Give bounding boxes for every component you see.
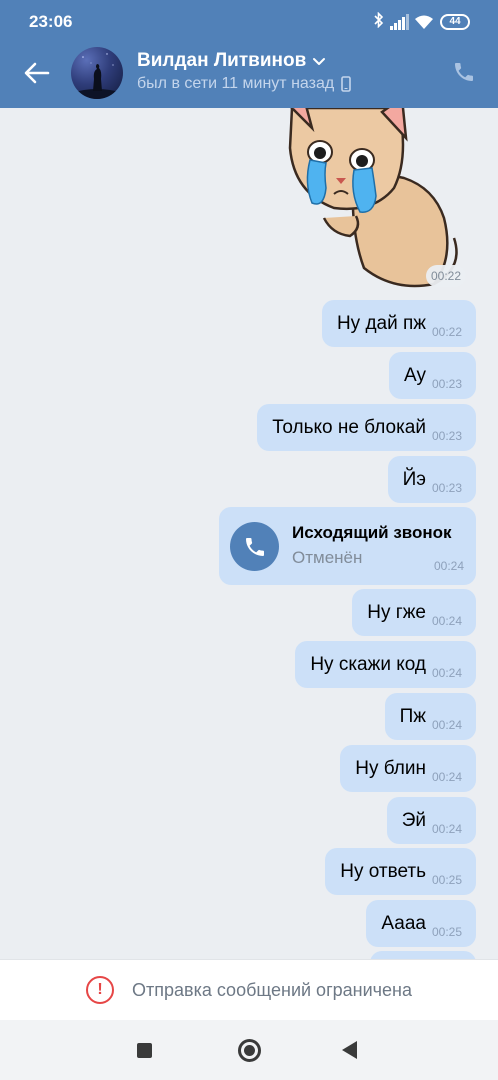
mobile-device-icon bbox=[341, 76, 352, 92]
message-bubble[interactable]: Ну блин 00:24 bbox=[340, 745, 476, 792]
bluetooth-icon bbox=[374, 11, 384, 33]
call-title: Исходящий звонок bbox=[292, 523, 452, 542]
message-bubble-partial[interactable] bbox=[370, 951, 476, 959]
restriction-text: Отправка сообщений ограничена bbox=[132, 979, 412, 1000]
restriction-notice: ! Отправка сообщений ограничена bbox=[0, 959, 498, 1020]
status-icons: 44 bbox=[374, 11, 470, 33]
message-time: 00:24 bbox=[431, 718, 462, 732]
message-text: Ну скажи код bbox=[310, 653, 426, 675]
message-time: 00:24 bbox=[431, 614, 462, 628]
avatar[interactable] bbox=[71, 47, 123, 99]
call-circle-button[interactable] bbox=[230, 522, 279, 571]
message-bubble[interactable]: Ну скажи код 00:24 bbox=[295, 641, 476, 688]
message-text: Ну дай пж bbox=[336, 312, 426, 334]
phone-icon bbox=[455, 63, 473, 81]
message-text: Пж bbox=[399, 705, 426, 727]
warning-circle-icon: ! bbox=[86, 976, 114, 1004]
message-text: Ну ответь bbox=[340, 860, 426, 882]
message-bubble[interactable]: Ну гже 00:24 bbox=[352, 589, 476, 636]
call-status: Отменён bbox=[292, 548, 363, 567]
recent-apps-icon[interactable] bbox=[137, 1043, 152, 1058]
message-bubble[interactable]: Только не блокай 00:23 bbox=[257, 404, 476, 451]
contact-status: был в сети 11 минут назад bbox=[137, 75, 352, 93]
message-text: Эй bbox=[401, 809, 426, 831]
message-time: 00:23 bbox=[431, 429, 462, 443]
message-text: Ау bbox=[404, 364, 426, 386]
status-bar: 23:06 44 bbox=[0, 0, 498, 42]
back-icon[interactable] bbox=[342, 1041, 357, 1059]
message-time: 00:25 bbox=[431, 873, 462, 887]
message-text: Ну блин bbox=[355, 757, 426, 779]
message-bubble[interactable]: Ну дай пж 00:22 bbox=[321, 300, 476, 347]
message-time: 00:23 bbox=[431, 377, 462, 391]
call-button[interactable] bbox=[446, 54, 482, 90]
last-seen-text: был в сети 11 минут назад bbox=[137, 75, 335, 92]
app-header: 23:06 44 Вилдан Литвинов был в сети 11 м… bbox=[0, 0, 498, 108]
message-bubble[interactable]: Ау 00:23 bbox=[389, 352, 476, 399]
home-icon[interactable] bbox=[238, 1039, 261, 1062]
message-bubble[interactable]: Эй 00:24 bbox=[386, 797, 476, 844]
message-bubble[interactable]: Аааа 00:25 bbox=[366, 900, 476, 947]
message-text: Аааа bbox=[381, 912, 426, 934]
system-nav-bar bbox=[0, 1020, 498, 1080]
message-time: 00:24 bbox=[433, 559, 464, 573]
signal-icon bbox=[390, 14, 409, 30]
status-time: 23:06 bbox=[29, 12, 73, 31]
message-time: 00:22 bbox=[431, 325, 462, 339]
message-bubble[interactable]: Йэ 00:23 bbox=[387, 456, 476, 503]
back-arrow-icon bbox=[24, 62, 50, 84]
sticker-timestamp: 00:22 bbox=[426, 265, 467, 287]
contact-name-button[interactable]: Вилдан Литвинов bbox=[137, 50, 326, 72]
message-bubble[interactable]: Ну ответь 00:25 bbox=[325, 848, 476, 895]
call-message[interactable]: Исходящий звонок Отменён 00:24 bbox=[219, 507, 476, 585]
message-time: 00:24 bbox=[431, 666, 462, 680]
phone-icon bbox=[245, 537, 264, 556]
message-time: 00:24 bbox=[431, 822, 462, 836]
chat-history[interactable]: 00:22 Ну дай пж 00:22 Ау 00:23 Только не… bbox=[0, 108, 498, 959]
message-text: Ну гже bbox=[367, 601, 426, 623]
chevron-down-icon bbox=[313, 58, 326, 65]
battery-icon: 44 bbox=[440, 14, 470, 30]
message-time: 00:24 bbox=[431, 770, 462, 784]
contact-name: Вилдан Литвинов bbox=[137, 50, 307, 71]
message-time: 00:23 bbox=[431, 481, 462, 495]
wifi-icon bbox=[414, 14, 434, 30]
back-button[interactable] bbox=[16, 52, 58, 94]
message-text: Только не блокай bbox=[272, 416, 426, 438]
message-text: Йэ bbox=[402, 468, 426, 490]
message-time: 00:25 bbox=[431, 925, 462, 939]
message-bubble[interactable]: Пж 00:24 bbox=[384, 693, 476, 740]
